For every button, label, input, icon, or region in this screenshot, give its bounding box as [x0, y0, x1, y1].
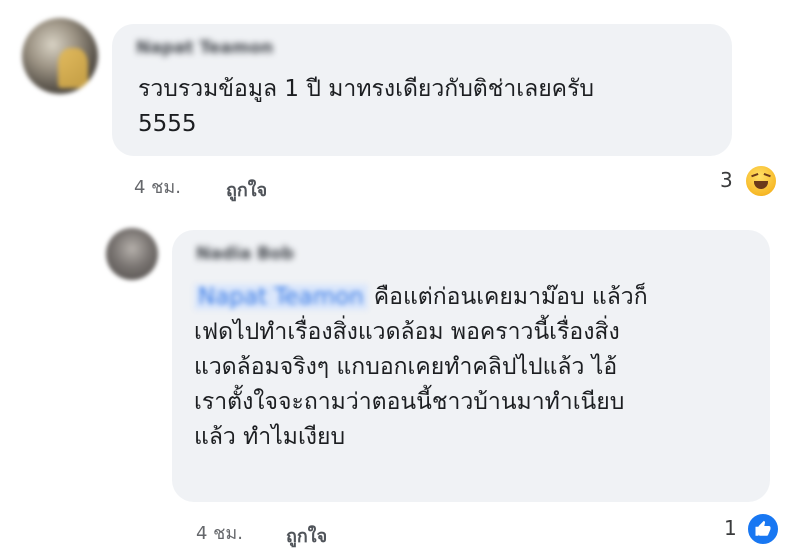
thumbs-up-glyph	[755, 520, 771, 536]
comment-timestamp[interactable]: 4 ชม.	[134, 172, 181, 201]
like-button[interactable]: ถูกใจ	[226, 175, 267, 204]
reply-bubble: Nadia Bob Napat Teamon คือแต่ก่อนเคยมาม๊อ…	[172, 230, 770, 502]
reply-timestamp[interactable]: 4 ชม.	[196, 518, 243, 547]
comment-author-name[interactable]: Napat Teamon	[136, 38, 273, 58]
reply-text-block: Napat Teamon คือแต่ก่อนเคยมาม๊อบ แล้วก็ เ…	[194, 280, 764, 455]
haha-emoji-icon[interactable]	[744, 164, 778, 198]
reply-author-name[interactable]: Nadia Bob	[196, 244, 294, 264]
reaction-count[interactable]: 3	[720, 168, 733, 192]
reply-like-button[interactable]: ถูกใจ	[286, 521, 327, 550]
emoji-eye-right	[762, 172, 771, 182]
emoji-eye-left	[751, 172, 760, 182]
emoji-mouth	[754, 181, 768, 189]
reply-reaction-count[interactable]: 1	[724, 516, 737, 540]
mention-tag[interactable]: Napat Teamon	[194, 284, 368, 310]
comment-text: รวบรวมข้อมูล 1 ปี มาทรงเดียวกับติช่าเลยค…	[138, 76, 595, 137]
reply-avatar[interactable]	[106, 228, 158, 280]
like-thumb-icon[interactable]	[746, 512, 780, 546]
commenter-avatar[interactable]	[22, 18, 98, 94]
comment-bubble: Napat Teamon รวบรวมข้อมูล 1 ปี มาทรงเดีย…	[112, 24, 732, 156]
